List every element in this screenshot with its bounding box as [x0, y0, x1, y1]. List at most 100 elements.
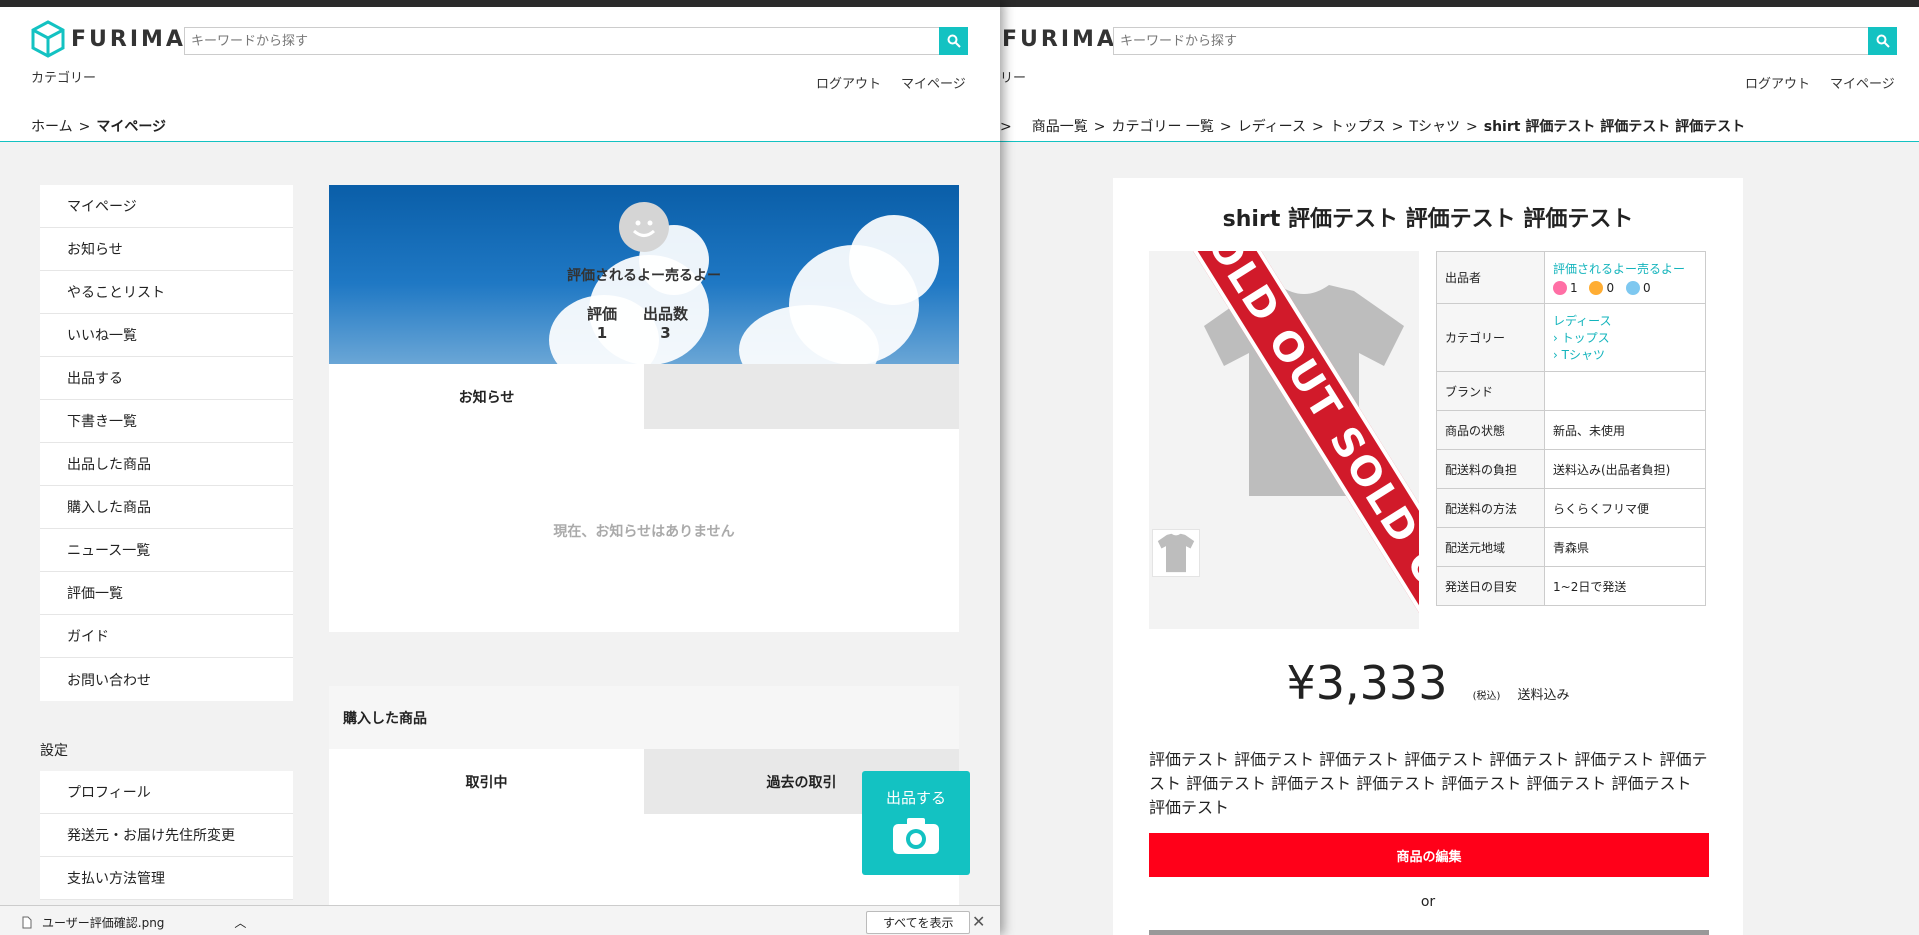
delete-item-button[interactable]: [1149, 930, 1709, 935]
brand-label: ブランド: [1436, 371, 1545, 411]
settings-sidebar: プロフィール 発送元・お届け先住所変更 支払い方法管理: [40, 771, 293, 900]
download-item[interactable]: ユーザー評価確認.png ︿: [22, 914, 246, 931]
profile-name: 評価されるよー売るよー: [567, 268, 721, 284]
header-links: ログアウト マイページ: [1745, 73, 1895, 92]
tab-todo[interactable]: [644, 364, 959, 429]
thumbnail-image[interactable]: [1152, 529, 1200, 577]
rating-value: 1: [596, 324, 608, 342]
category-link[interactable]: カテゴリー: [31, 67, 96, 86]
sidebar-item-drafts[interactable]: 下書き一覧: [40, 400, 293, 443]
sidebar-item-todo[interactable]: やることリスト: [40, 271, 293, 314]
seller-label: 出品者: [1436, 251, 1545, 304]
search-button[interactable]: [1868, 27, 1897, 55]
breadcrumb-item[interactable]: トップス: [1330, 119, 1386, 135]
table-row: 商品の状態 新品、未使用: [1436, 410, 1706, 450]
normal-count: 0: [1606, 281, 1615, 295]
sidebar-item-notices[interactable]: お知らせ: [40, 228, 293, 271]
show-all-button[interactable]: すべてを表示: [866, 911, 971, 934]
table-row: 配送料の方法 らくらくフリマ便: [1436, 488, 1706, 528]
category-link-tshirt[interactable]: Tシャツ: [1562, 348, 1605, 362]
mypage-link[interactable]: マイページ: [1830, 73, 1895, 92]
sidebar-item-guide[interactable]: ガイド: [40, 615, 293, 658]
profile-banner: 評価されるよー売るよー 評価 1 出品数 3: [329, 185, 959, 364]
site-logo[interactable]: FURIMA: [1000, 20, 1117, 58]
tab-notice[interactable]: お知らせ: [329, 364, 644, 429]
sidebar-item-purchased[interactable]: 購入した商品: [40, 486, 293, 529]
logout-link[interactable]: ログアウト: [816, 73, 881, 92]
header-links: ログアウト マイページ: [816, 73, 966, 92]
search-icon: [1876, 34, 1890, 48]
shipping-fee-label: 配送料の負担: [1436, 449, 1545, 489]
shipping-fee-value: 送料込み(出品者負担): [1544, 449, 1706, 489]
breadcrumb-item[interactable]: Tシャツ: [1409, 119, 1460, 135]
category-link-tops[interactable]: トップス: [1562, 331, 1610, 345]
smile-emoji-icon: [1553, 281, 1567, 295]
search-icon: [947, 34, 961, 48]
listings-label: 出品数: [643, 305, 689, 323]
sidebar-item-listed[interactable]: 出品した商品: [40, 443, 293, 486]
ship-region-label: 配送元地域: [1436, 527, 1545, 567]
shipping-method-label: 配送料の方法: [1436, 488, 1545, 528]
sell-button-label: 出品する: [885, 789, 946, 807]
ship-days-label: 発送日の目安: [1436, 566, 1545, 606]
breadcrumb: ホーム > マイページ: [0, 110, 1000, 142]
logo-text: FURIMA: [1002, 26, 1117, 52]
sidebar-item-sell[interactable]: 出品する: [40, 357, 293, 400]
logo-text: FURIMA: [71, 26, 186, 52]
category-cell: レディース › トップス › Tシャツ: [1544, 303, 1706, 372]
site-logo[interactable]: FURIMA: [31, 20, 186, 58]
breadcrumb-current: マイページ: [96, 119, 167, 135]
shipping-included-label: 送料込み: [1517, 688, 1570, 703]
sidebar-item-likes[interactable]: いいね一覧: [40, 314, 293, 357]
breadcrumb-separator: >: [78, 119, 91, 135]
search-input[interactable]: [1114, 28, 1868, 54]
avatar[interactable]: [619, 202, 669, 252]
notice-empty-message: 現在、お知らせはありません: [329, 429, 959, 632]
chevron-up-icon[interactable]: ︿: [234, 914, 246, 931]
sidebar-item-contact[interactable]: お問い合わせ: [40, 658, 293, 701]
product-title: shirt 評価テスト 評価テスト 評価テスト: [1222, 207, 1634, 232]
tab-in-progress[interactable]: 取引中: [329, 749, 644, 814]
download-filename: ユーザー評価確認.png: [42, 916, 165, 930]
category-link-ladies[interactable]: レディース: [1553, 312, 1697, 329]
rating-stat[interactable]: 評価 1: [587, 303, 617, 342]
profile-stats: 評価 1 出品数 3: [587, 303, 688, 342]
search-bar: [184, 27, 968, 55]
breadcrumb-item[interactable]: 商品一覧: [1032, 119, 1088, 135]
category-label: カテゴリー: [1436, 303, 1545, 372]
price-value: ¥3,333: [1286, 656, 1448, 710]
condition-value: 新品、未使用: [1544, 410, 1706, 450]
table-row: 発送日の目安 1~2日で発送: [1436, 566, 1706, 606]
sidebar-item-news[interactable]: ニュース一覧: [40, 529, 293, 572]
download-bar: ユーザー評価確認.png ︿ すべてを表示 ✕: [0, 905, 1000, 935]
logo-cube-icon: [31, 20, 65, 58]
category-link[interactable]: リー: [1000, 67, 1026, 86]
mypage-link[interactable]: マイページ: [901, 73, 966, 92]
purchased-heading: 購入した商品: [329, 686, 959, 749]
logout-link[interactable]: ログアウト: [1745, 73, 1810, 92]
breadcrumb-home[interactable]: ホーム: [31, 119, 73, 135]
browser-top-bar: [0, 0, 1000, 7]
listings-value: 3: [660, 324, 671, 342]
breadcrumb-item[interactable]: レディース: [1238, 119, 1306, 135]
sidebar-item-mypage[interactable]: マイページ: [40, 185, 293, 228]
condition-label: 商品の状態: [1436, 410, 1545, 450]
notice-tabs: お知らせ: [329, 364, 959, 429]
product-image[interactable]: 出 SOLD OUT SOLD OUT: [1149, 251, 1419, 629]
sidebar-item-reviews[interactable]: 評価一覧: [40, 572, 293, 615]
edit-item-button[interactable]: 商品の編集: [1149, 833, 1709, 877]
left-browser-window: FURIMA カテゴリー ログアウト マイページ ホーム > マイページ マイページ…: [0, 0, 1000, 935]
listings-stat[interactable]: 出品数 3: [643, 303, 688, 342]
sidebar-item-payment[interactable]: 支払い方法管理: [40, 857, 293, 900]
sell-floating-button[interactable]: 出品する: [862, 771, 970, 875]
seller-name[interactable]: 評価されるよー売るよー: [1553, 260, 1697, 277]
settings-heading: 設定: [40, 743, 68, 759]
sidebar-item-profile[interactable]: プロフィール: [40, 771, 293, 814]
camera-icon: [893, 818, 939, 854]
close-icon[interactable]: ✕: [972, 912, 985, 931]
sad-emoji-icon: [1625, 281, 1640, 295]
breadcrumb-item[interactable]: カテゴリー 一覧: [1111, 119, 1213, 135]
sidebar-item-address[interactable]: 発送元・お届け先住所変更: [40, 814, 293, 857]
search-input[interactable]: [185, 28, 939, 54]
search-button[interactable]: [939, 27, 968, 55]
